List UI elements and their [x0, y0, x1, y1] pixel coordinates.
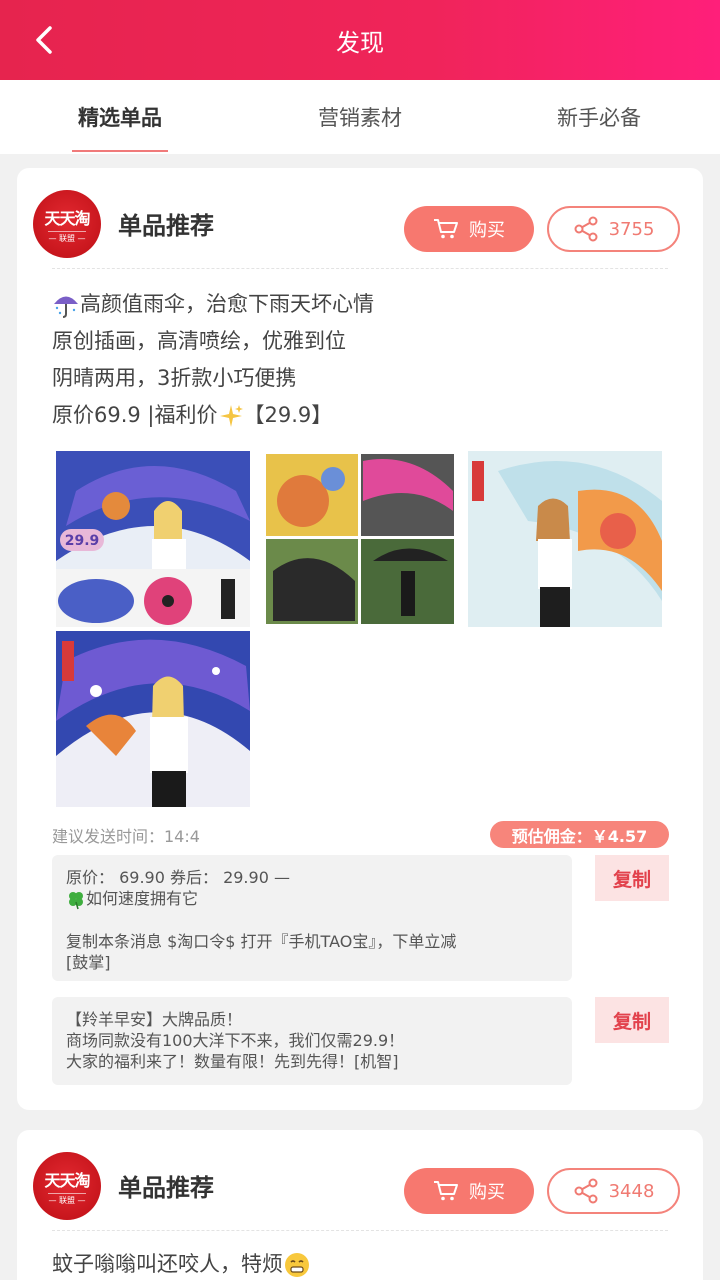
buy-label: 购买 — [469, 1182, 505, 1203]
copy-button[interactable]: 复制 — [595, 997, 669, 1043]
share-icon — [574, 216, 598, 242]
message-line: 原价： 69.90 券后： 29.90 — — [66, 868, 290, 887]
logo-brand: 天天淘 — [44, 208, 90, 228]
post-title: 单品推荐 — [118, 1174, 214, 1202]
post-description: 蚊子嗡嗡叫还咬人，特烦 — [52, 1246, 311, 1280]
desc-text: 高颜值雨伞，治愈下雨天坏心情 — [80, 292, 374, 316]
message-line: 大家的福利来了！数量有限！先到先得！[机智] — [66, 1052, 399, 1071]
message-text: 如何速度拥有它 — [86, 889, 199, 908]
desc-line: 阴晴两用，3折款小巧便携 — [52, 366, 297, 390]
divider — [52, 1230, 668, 1231]
product-image[interactable] — [468, 451, 662, 627]
share-count: 3448 — [608, 1180, 655, 1202]
copy-message: 原价： 69.90 券后： 29.90 — 如何速度拥有它 复制本条消息 $淘口… — [52, 855, 572, 981]
message-line: 如何速度拥有它 — [66, 888, 558, 910]
top-bar: 发现 — [0, 0, 720, 80]
desc-line: 原创插画，高清喷绘，优雅到位 — [52, 329, 346, 353]
desc-line: 原价69.9 |福利价 【29.9】 — [52, 397, 374, 434]
cart-icon — [434, 219, 458, 239]
share-count: 3755 — [608, 218, 655, 240]
logo-brand: 天天淘 — [44, 1170, 90, 1190]
message-line: 【羚羊早安】大牌品质！ — [66, 1010, 243, 1029]
logo-sub: — 联盟 — — [48, 1192, 86, 1206]
post-card: 天天淘 — 联盟 — 单品推荐 购买 3448 蚊子嗡嗡叫还咬人，特烦 — [17, 1130, 703, 1280]
message-line: 商场同款没有100大洋下不来，我们仅需29.9！ — [66, 1031, 405, 1050]
share-button[interactable]: 3755 — [547, 206, 680, 252]
tab-label: 营销素材 — [318, 106, 402, 130]
divider — [52, 268, 668, 269]
clover-icon — [69, 891, 83, 909]
tab-active-indicator — [72, 150, 168, 152]
desc-text: 【29.9】 — [243, 403, 333, 427]
desc-text: 蚊子嗡嗡叫还咬人，特烦 — [52, 1252, 283, 1276]
message-line: 复制本条消息 $淘口令$ 打开『手机TAO宝』，下单立减 — [66, 931, 457, 951]
avatar: 天天淘 — 联盟 — — [33, 1152, 101, 1220]
buy-label: 购买 — [469, 220, 505, 241]
price-badge: 29.9 — [65, 533, 100, 549]
avatar: 天天淘 — 联盟 — — [33, 190, 101, 258]
desc-line: 高颜值雨伞，治愈下雨天坏心情 — [52, 286, 374, 323]
tab-bar: 精选单品 营销素材 新手必备 — [0, 80, 720, 154]
desc-text: 原价69.9 |福利价 — [52, 403, 218, 427]
post-title: 单品推荐 — [118, 212, 214, 240]
grimacing-face-icon — [285, 1253, 309, 1277]
product-image[interactable]: 29.9 — [56, 451, 250, 627]
tab-featured-items[interactable]: 精选单品 — [72, 80, 168, 154]
share-icon — [574, 1178, 598, 1204]
sparkles-icon — [219, 405, 243, 427]
tab-marketing-materials[interactable]: 营销素材 — [312, 80, 408, 154]
product-image[interactable] — [56, 631, 250, 807]
post-card: 天天淘 — 联盟 — 单品推荐 购买 3755 高颜值雨伞，治愈下雨天坏心情 原… — [17, 168, 703, 1110]
back-button[interactable] — [26, 22, 62, 58]
umbrella-icon — [54, 296, 78, 318]
tab-label: 精选单品 — [78, 106, 162, 130]
message-line — [66, 910, 558, 931]
page-title: 发现 — [336, 28, 384, 57]
commission-badge: 预估佣金：￥4.57 — [490, 821, 669, 848]
message-line: [鼓掌] — [66, 952, 111, 972]
share-button[interactable]: 3448 — [547, 1168, 680, 1214]
tab-beginner-essentials[interactable]: 新手必备 — [551, 80, 647, 154]
buy-button[interactable]: 购买 — [404, 1168, 534, 1214]
post-description: 高颜值雨伞，治愈下雨天坏心情 原创插画，高清喷绘，优雅到位 阴晴两用，3折款小巧… — [52, 286, 374, 434]
desc-line: 蚊子嗡嗡叫还咬人，特烦 — [52, 1246, 311, 1280]
copy-message: 【羚羊早安】大牌品质！ 商场同款没有100大洋下不来，我们仅需29.9！ 大家的… — [52, 997, 572, 1085]
logo-sub: — 联盟 — — [48, 230, 86, 244]
cart-icon — [434, 1181, 458, 1201]
chevron-left-icon — [36, 26, 52, 54]
copy-button[interactable]: 复制 — [595, 855, 669, 901]
buy-button[interactable]: 购买 — [404, 206, 534, 252]
suggested-send-time: 建议发送时间：14:4 — [52, 827, 200, 846]
product-image[interactable] — [263, 451, 457, 627]
tab-label: 新手必备 — [557, 106, 641, 130]
